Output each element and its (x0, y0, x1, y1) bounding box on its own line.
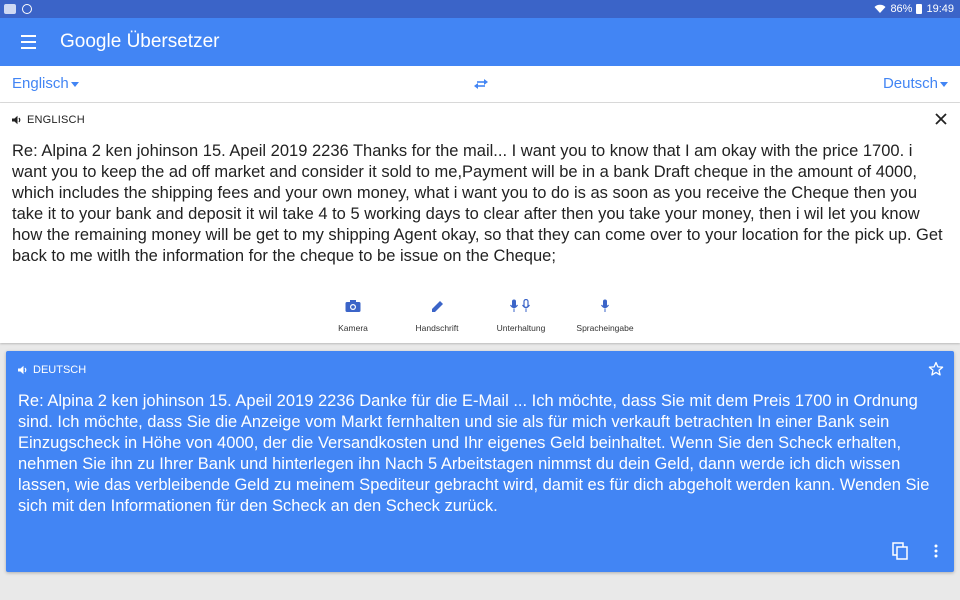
target-language-header: DEUTSCH (18, 364, 86, 376)
conversation-tool[interactable]: Unterhaltung (481, 299, 561, 333)
handwriting-label: Handschrift (415, 323, 459, 333)
camera-label: Kamera (338, 323, 368, 333)
app-bar: Google Übersetzer (0, 18, 960, 66)
source-language-selector[interactable]: Englisch (12, 75, 79, 92)
camera-tool[interactable]: Kamera (313, 299, 393, 333)
app-icon (4, 4, 16, 14)
speaker-icon[interactable] (12, 115, 23, 125)
input-tools: Kamera Handschrift Unterhaltung Sprachei… (0, 293, 960, 343)
voice-input-tool[interactable]: Spracheingabe (565, 299, 645, 333)
app-title-brand: Google (60, 31, 122, 52)
menu-icon[interactable] (0, 18, 56, 66)
language-bar: Englisch Deutsch (0, 66, 960, 103)
close-icon[interactable] (934, 112, 948, 126)
translation-card[interactable]: DEUTSCH Re: Alpina 2 ken johinson 15. Ap… (6, 351, 954, 572)
voice-input-label: Spracheingabe (576, 323, 634, 333)
microphone-icon (601, 299, 609, 312)
caret-down-icon (940, 81, 948, 87)
conversation-mic-icon (510, 299, 530, 312)
wifi-icon (874, 4, 886, 13)
conversation-label: Unterhaltung (496, 323, 546, 333)
swap-languages-icon[interactable] (472, 76, 490, 92)
copy-icon[interactable] (892, 542, 908, 560)
target-language-selector[interactable]: Deutsch (883, 75, 948, 92)
caret-down-icon (70, 81, 79, 87)
pen-icon (432, 301, 443, 312)
camera-icon (345, 300, 361, 312)
status-bar: 86% 19:49 (0, 0, 960, 18)
source-panel: ENGLISCH Re: Alpina 2 ken johinson 15. A… (0, 103, 960, 343)
target-language-label: Deutsch (882, 75, 938, 92)
speaker-icon[interactable] (18, 365, 29, 375)
pinterest-icon (22, 4, 32, 14)
app-title: Google Übersetzer (56, 31, 219, 53)
source-text[interactable]: Re: Alpina 2 ken johinson 15. Apeil 2019… (12, 141, 950, 267)
star-icon[interactable] (928, 361, 944, 377)
clock: 19:49 (926, 3, 954, 15)
battery-icon (916, 4, 923, 14)
target-language-name: DEUTSCH (33, 364, 87, 376)
translation-text: Re: Alpina 2 ken johinson 15. Apeil 2019… (18, 392, 930, 515)
battery-level: 86% (890, 3, 913, 15)
more-vert-icon[interactable] (932, 543, 940, 559)
source-language-label: Englisch (12, 75, 69, 92)
source-language-name: ENGLISCH (27, 114, 85, 126)
source-language-header: ENGLISCH (12, 114, 85, 126)
handwriting-tool[interactable]: Handschrift (397, 299, 477, 333)
app-title-product: Übersetzer (126, 31, 220, 52)
